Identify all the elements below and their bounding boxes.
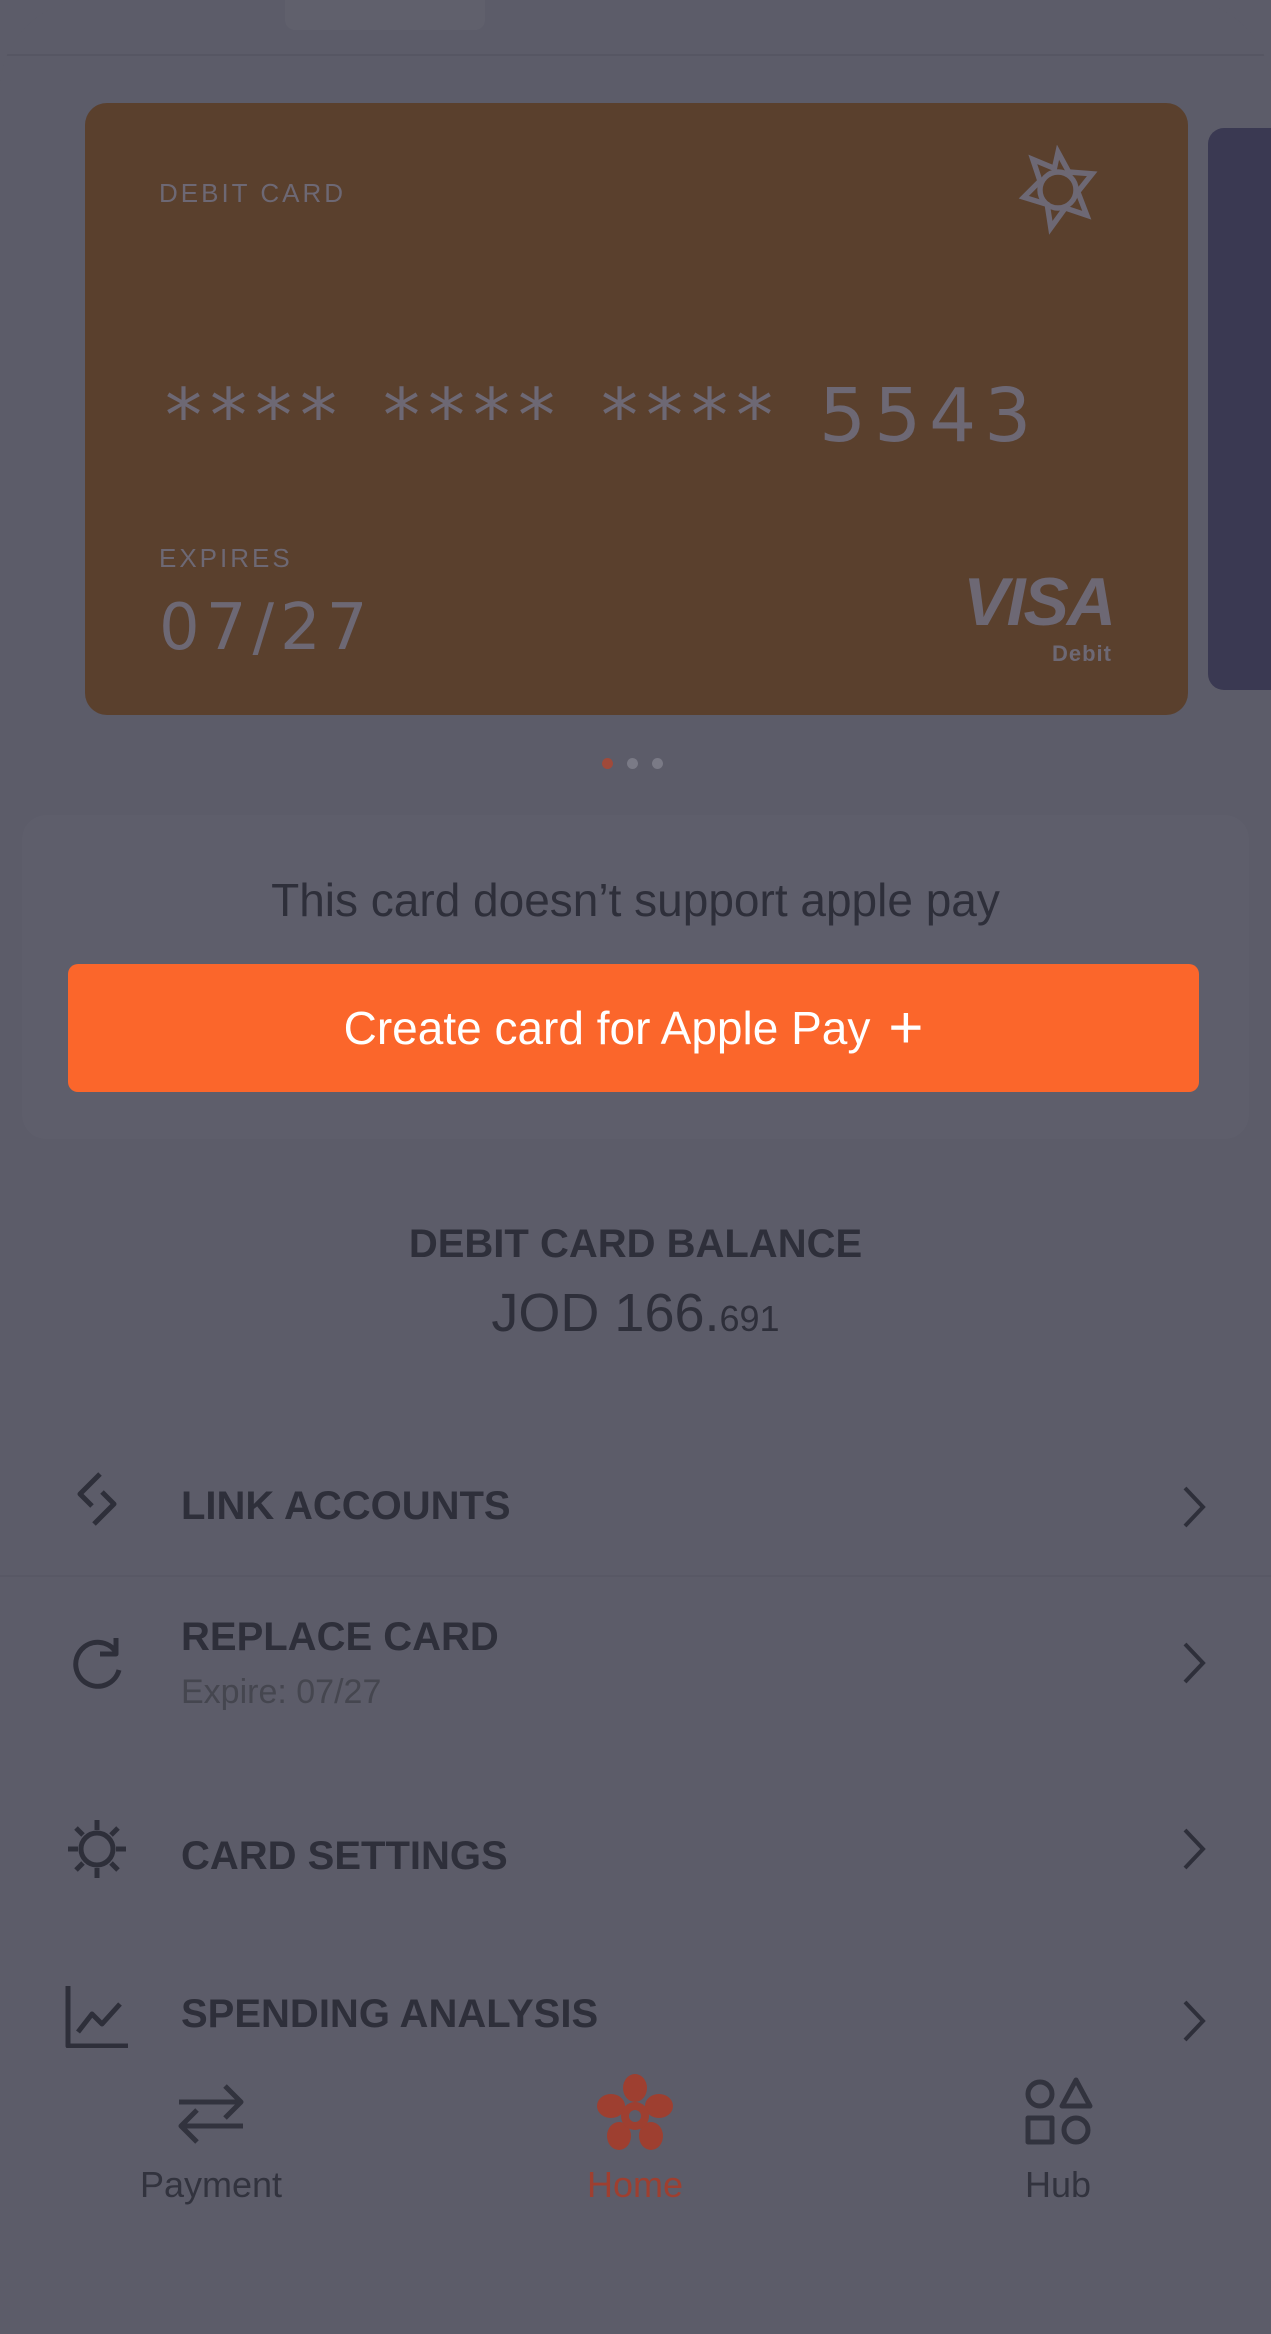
menu-item-replace-card[interactable]: REPLACE CARD Expire: 07/27 <box>0 1577 1271 1749</box>
chevron-right-icon <box>1183 2000 1206 2042</box>
pager-dot-active[interactable] <box>602 758 613 769</box>
transfer-arrows-icon <box>178 2084 244 2144</box>
top-handle <box>285 0 485 30</box>
visa-debit-label: Debit <box>1052 641 1112 666</box>
card-type-label: DEBIT CARD <box>159 178 346 208</box>
balance-value: JOD 166.691 <box>0 1282 1271 1344</box>
tab-home[interactable]: Home <box>525 2074 745 2206</box>
refresh-icon <box>73 1638 122 1689</box>
bank-logo-icon <box>1018 145 1098 235</box>
balance-fraction: 691 <box>719 1298 780 1339</box>
balance-label: DEBIT CARD BALANCE <box>408 1222 863 1266</box>
visa-logo: VISA <box>963 564 1116 640</box>
debit-card[interactable]: DEBIT CARD **** **** **** 5543 EXPIRES 07/2… <box>85 103 1188 715</box>
carousel-pager[interactable] <box>602 758 663 769</box>
menu-item-title: LINK ACCOUNTS <box>181 1484 511 1528</box>
gear-icon <box>68 1820 126 1878</box>
chevron-right-icon <box>1183 1486 1206 1528</box>
create-apple-pay-card-button[interactable]: Create card for Apple Pay + <box>68 964 1199 1092</box>
balance-currency: JOD <box>491 1283 600 1343</box>
bottom-tab-bar: Payment Home Hub <box>0 2048 1271 2334</box>
card-number-group: **** <box>601 373 781 459</box>
menu-item-title: SPENDING ANALYSIS <box>181 1992 599 2036</box>
menu-item-title: REPLACE CARD <box>181 1615 499 1659</box>
menu-item-card-settings[interactable]: CARD SETTINGS <box>0 1804 1271 1940</box>
create-apple-pay-card-label: Create card for Apple Pay <box>343 1002 871 1054</box>
chevron-right-icon <box>1183 1642 1206 1684</box>
plus-icon: + <box>888 994 924 1061</box>
tab-label: Home <box>586 2164 684 2205</box>
menu-item-title: CARD SETTINGS <box>181 1834 508 1878</box>
balance-whole: 166. <box>614 1283 720 1343</box>
tab-label: Payment <box>139 2164 283 2205</box>
card-last-four: 5543 <box>819 373 1040 459</box>
pager-dot[interactable] <box>627 758 638 769</box>
shapes-icon <box>1025 2077 1093 2145</box>
top-edge <box>0 0 1271 56</box>
expires-value: 07/27 <box>159 591 374 665</box>
app-screen: DEBIT CARD **** **** **** 5543 EXPIRES 07/2… <box>0 0 1271 2334</box>
tab-payment[interactable]: Payment <box>101 2074 321 2206</box>
chevron-right-icon <box>1183 1828 1206 1870</box>
expires-label: EXPIRES <box>159 543 293 573</box>
card-number-group: **** <box>383 373 563 459</box>
menu-item-subtitle: Expire: 07/27 <box>181 1673 382 1711</box>
card-number-group: **** <box>165 373 345 459</box>
next-card-peek[interactable] <box>1208 128 1271 690</box>
apple-pay-message: This card doesn’t support apple pay <box>271 874 1000 926</box>
menu-item-spending-analysis[interactable]: SPENDING ANALYSIS <box>0 1970 1271 2050</box>
card-number: **** **** **** 5543 <box>165 373 1039 459</box>
flower-logo-icon <box>597 2074 673 2150</box>
tab-label: Hub <box>1024 2164 1092 2205</box>
pager-dot[interactable] <box>652 758 663 769</box>
menu-item-link-accounts[interactable]: LINK ACCOUNTS <box>0 1440 1271 1576</box>
link-icon <box>77 1472 117 1526</box>
tab-hub[interactable]: Hub <box>948 2074 1168 2206</box>
chart-icon <box>65 1986 128 2049</box>
